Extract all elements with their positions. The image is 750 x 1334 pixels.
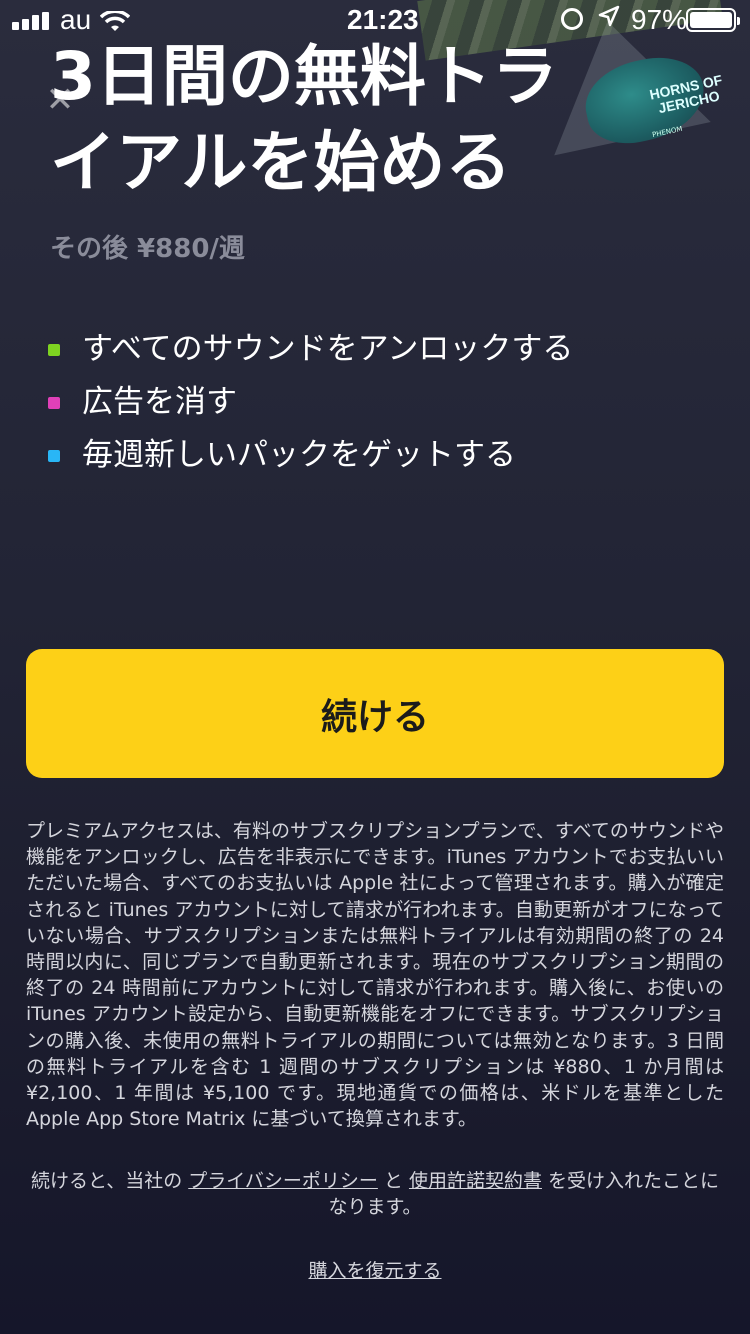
rotation-lock-icon [561, 8, 583, 30]
page-title: 3日間の無料トライアルを始める [50, 38, 558, 201]
terms-link[interactable]: 使用許諾契約書 [409, 1170, 542, 1192]
continue-button[interactable]: 続ける [26, 649, 724, 778]
restore-purchase-link[interactable]: 購入を復元する [308, 1260, 441, 1282]
battery-percentage: 97% [631, 4, 688, 35]
feature-label: すべてのサウンドをアンロックする [82, 331, 574, 367]
agreement-prefix: 続けると、当社の [30, 1170, 189, 1192]
list-item: 広告を消す [48, 379, 573, 432]
list-item: 毎週新しいパックをゲットする [48, 432, 573, 485]
clock: 21:23 [347, 4, 419, 35]
privacy-policy-link[interactable]: プライバシーポリシー [188, 1170, 378, 1192]
price-note: その後 ¥880/週 [50, 234, 245, 264]
bullet-icon [48, 450, 60, 462]
agreement-text: 続けると、当社の プライバシーポリシー と 使用許諾契約書 を受け入れたことにな… [26, 1168, 724, 1220]
restore-purchase: 購入を復元する [0, 1256, 750, 1283]
feature-list: すべてのサウンドをアンロックする 広告を消す 毎週新しいパックをゲットする [48, 326, 573, 485]
list-item: すべてのサウンドをアンロックする [48, 326, 573, 379]
bullet-icon [48, 344, 60, 356]
carrier-name: au [60, 4, 92, 35]
agreement-middle: と [377, 1170, 409, 1192]
bullet-icon [48, 397, 60, 409]
cellular-signal-icon [12, 12, 54, 30]
feature-label: 毎週新しいパックをゲットする [82, 437, 516, 473]
location-arrow-icon [598, 5, 620, 34]
feature-label: 広告を消す [82, 384, 237, 420]
legal-text: プレミアムアクセスは、有料のサブスクリプションプランで、すべてのサウンドや機能を… [26, 820, 724, 1131]
battery-icon [686, 8, 740, 32]
